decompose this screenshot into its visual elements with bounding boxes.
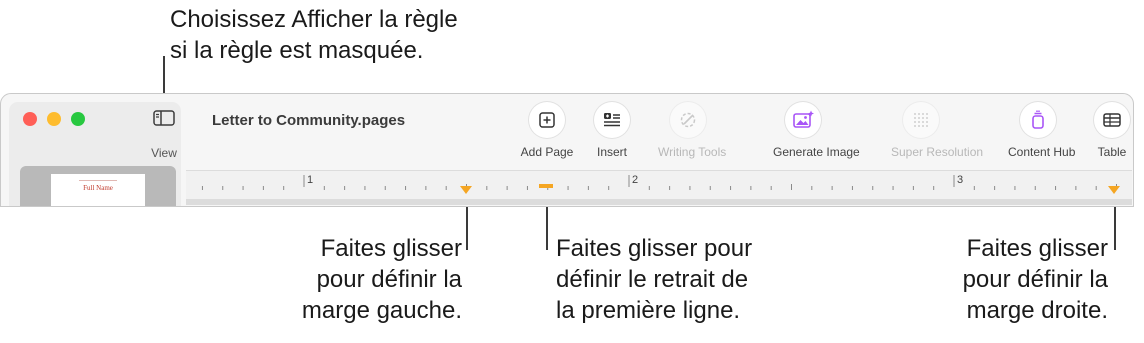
writing-tools-button[interactable]: Writing Tools: [658, 100, 726, 159]
thumbnail-page: Full Name: [51, 174, 145, 206]
ruler-number-1: 1: [307, 174, 314, 186]
writing-tools-icon: [680, 112, 696, 128]
insert-label: Insert: [596, 145, 627, 159]
content-hub-icon: [1032, 110, 1044, 129]
callout-show-ruler: Choisissez Afficher la règle si la règle…: [170, 6, 458, 64]
table-button[interactable]: Table: [1092, 100, 1132, 159]
insert-list-icon: [604, 113, 620, 127]
first-line-indent-marker[interactable]: [539, 184, 553, 190]
callout-right-margin: Faites glisser pour définir la marge dro…: [962, 235, 1108, 324]
thumbnail-heading: Full Name: [83, 184, 113, 192]
generate-image-label: Generate Image: [773, 145, 860, 159]
close-window-button[interactable]: [23, 112, 37, 126]
content-hub-label: Content Hub: [1008, 145, 1076, 159]
table-label: Table: [1097, 145, 1127, 159]
view-label: View: [151, 146, 177, 160]
add-page-button[interactable]: Add Page: [521, 100, 573, 159]
maximize-window-button[interactable]: [71, 112, 85, 126]
add-page-label: Add Page: [520, 145, 574, 159]
generate-image-button[interactable]: Generate Image: [773, 100, 860, 159]
minimize-window-button[interactable]: [47, 112, 61, 126]
content-hub-button[interactable]: Content Hub: [1008, 100, 1075, 159]
left-margin-marker[interactable]: [460, 186, 472, 194]
ruler-number-2: 2: [632, 174, 639, 186]
document-title: Letter to Community.pages: [212, 112, 406, 129]
table-icon: [1103, 113, 1121, 127]
super-resolution-label: Super Resolution: [891, 145, 984, 159]
view-button[interactable]: View: [143, 108, 185, 160]
right-margin-marker[interactable]: [1108, 186, 1120, 194]
super-resolution-icon: [914, 113, 928, 127]
thumbnail-rule: [79, 180, 117, 181]
insert-button[interactable]: Insert: [592, 100, 632, 159]
callout-first-line-indent: Faites glisser pour définir le retrait d…: [556, 235, 753, 324]
super-resolution-button[interactable]: Super Resolution: [891, 100, 983, 159]
page-thumbnail[interactable]: Full Name: [20, 166, 176, 206]
generate-image-icon: [793, 110, 814, 128]
ruler[interactable]: 1 2 3: [186, 170, 1132, 205]
ruler-number-3: 3: [957, 174, 964, 186]
sidebar-toggle-icon: [153, 110, 175, 126]
plus-square-icon: [539, 112, 555, 128]
callout-left-margin: Faites glisser pour définir la marge gau…: [301, 235, 462, 324]
ruler-bottom-strip: [186, 199, 1132, 205]
writing-tools-label: Writing Tools: [658, 145, 727, 159]
ruler-ticks: [201, 175, 1117, 190]
